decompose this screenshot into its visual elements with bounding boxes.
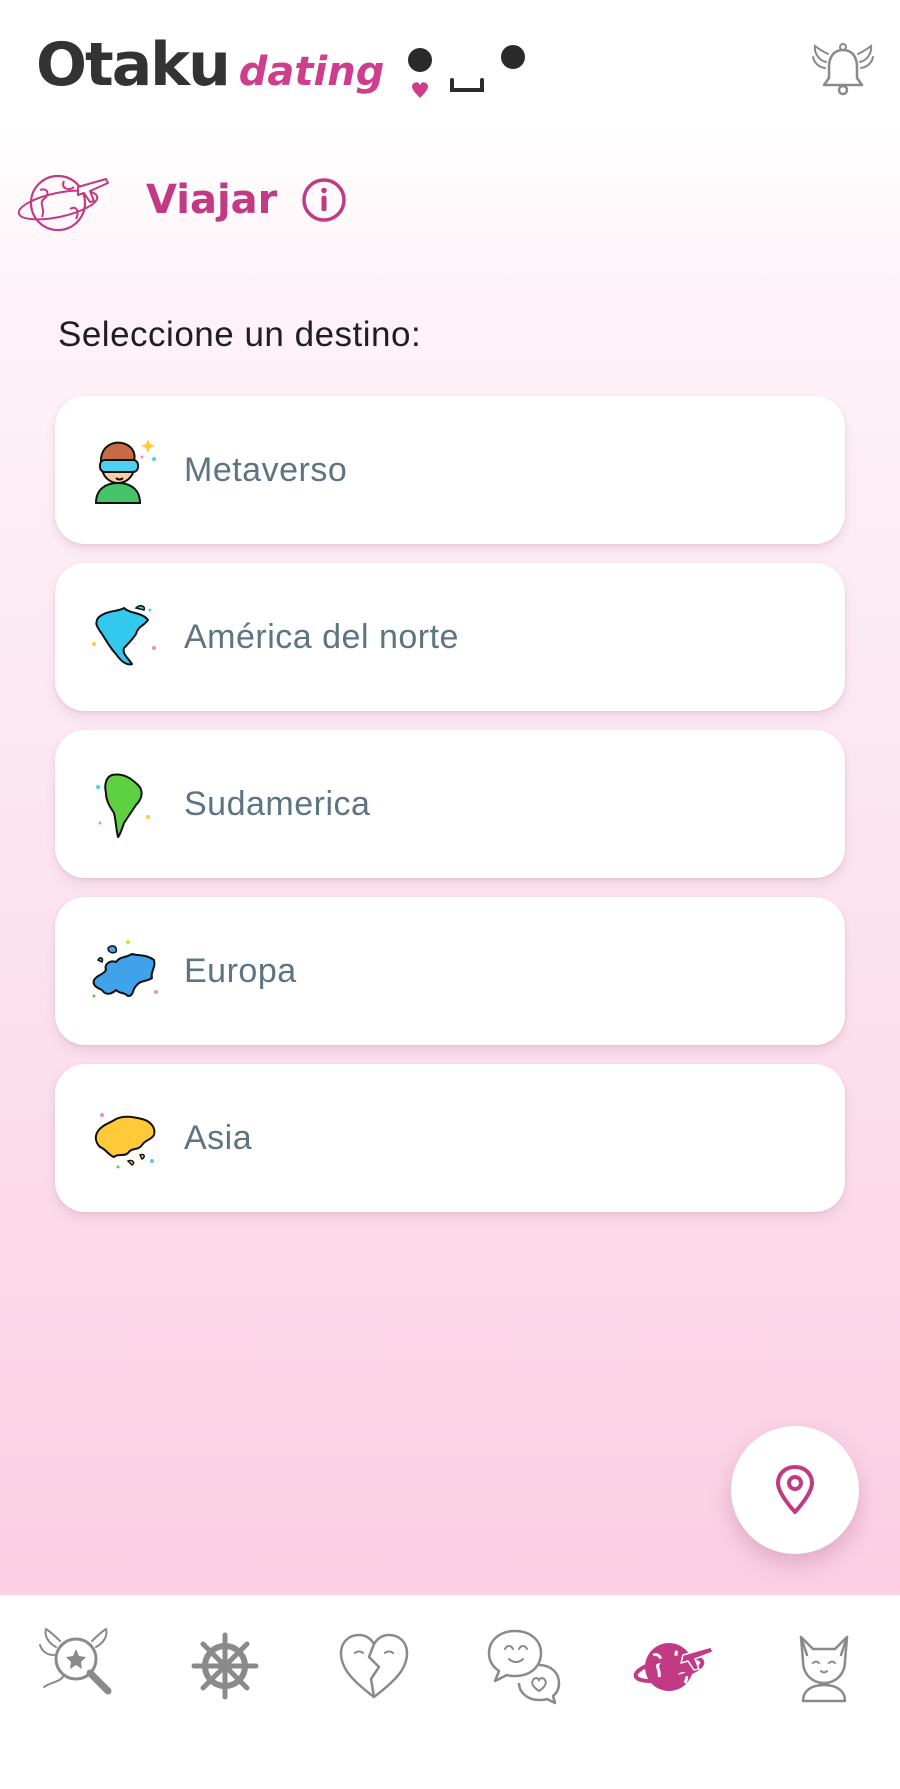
destination-list: Metaverso América del norte Sudamerica E… (55, 396, 845, 1231)
globe-plane-icon (633, 1643, 714, 1691)
section-header: Viajar (18, 165, 347, 235)
destination-label: América del norte (184, 617, 459, 656)
bottom-navigation (0, 1595, 900, 1789)
chat-bubbles-icon (487, 1629, 561, 1705)
location-pin-icon (776, 1465, 814, 1514)
logo-sub-text: dating (238, 49, 385, 95)
destination-prompt: Seleccione un destino: (58, 315, 422, 354)
cat-profile-icon (799, 1635, 849, 1703)
destination-item-america-del-norte[interactable]: América del norte (55, 563, 845, 711)
globe-plane-icon (18, 174, 109, 232)
app-logo: Otaku dating (36, 30, 384, 100)
destination-item-sudamerica[interactable]: Sudamerica (55, 730, 845, 878)
south-america-map-icon (96, 773, 150, 838)
kawaii-face-icon (408, 45, 525, 98)
page-title: Viajar (146, 177, 278, 223)
info-icon[interactable] (301, 177, 347, 223)
nav-item-chat[interactable] (483, 1625, 565, 1707)
nav-item-matches[interactable] (333, 1625, 415, 1707)
app-header: Otaku dating (0, 0, 900, 135)
bell-with-wings-icon[interactable] (812, 40, 874, 102)
destination-item-asia[interactable]: Asia (55, 1064, 845, 1212)
broken-heart-icon (339, 1633, 409, 1699)
destination-label: Asia (184, 1118, 253, 1157)
destination-label: Sudamerica (184, 784, 371, 823)
ship-wheel-icon (191, 1632, 259, 1700)
logo-main-text: Otaku (36, 30, 231, 100)
destination-label: Metaverso (184, 450, 348, 489)
nav-item-travel[interactable] (633, 1625, 715, 1707)
location-button[interactable] (731, 1426, 859, 1554)
north-america-map-icon (92, 605, 156, 666)
vr-headset-person-icon (94, 439, 156, 504)
destination-item-metaverso[interactable]: Metaverso (55, 396, 845, 544)
destination-label: Europa (184, 951, 297, 990)
nav-item-profile[interactable] (783, 1625, 865, 1707)
asia-map-icon (94, 1113, 156, 1169)
europe-map-icon (92, 940, 158, 998)
destination-item-europa[interactable]: Europa (55, 897, 845, 1045)
nav-item-explore[interactable] (184, 1625, 266, 1707)
nav-item-search[interactable] (38, 1625, 120, 1707)
magic-search-icon (39, 1627, 112, 1695)
